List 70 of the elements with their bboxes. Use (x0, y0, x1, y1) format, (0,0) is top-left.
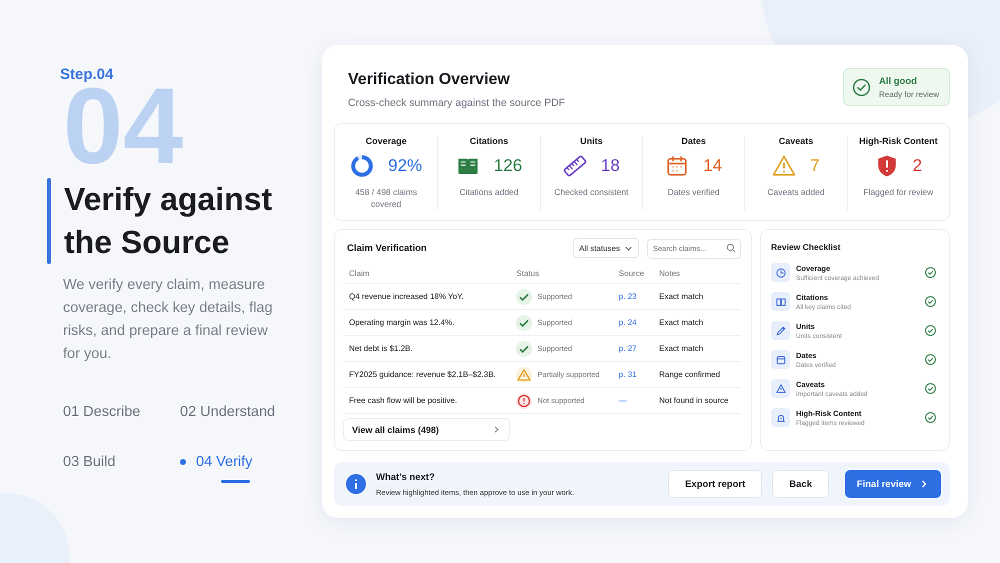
view-all-button[interactable]: View all claims (498) (343, 418, 510, 441)
column-header: Notes (653, 264, 741, 284)
metric-value: 126 (494, 156, 522, 176)
source-link[interactable]: — (618, 396, 627, 405)
notes-cell: Exact match (653, 336, 741, 362)
metric-value: 18 (600, 156, 620, 176)
metric-caption: Flagged for review (862, 186, 934, 198)
page-title: Verify against the Source (64, 180, 274, 262)
info-icon (346, 474, 366, 494)
source-link[interactable]: p. 23 (618, 292, 637, 301)
metric-title: Coverage (366, 136, 407, 146)
metric-title: Caveats (778, 136, 814, 146)
secondary-button[interactable]: Back (772, 470, 829, 498)
checklist-title: Review Checklist (771, 242, 842, 252)
source-link[interactable]: p. 24 (618, 318, 637, 327)
metric-title: Dates (681, 136, 706, 146)
chevron-icon (492, 425, 501, 434)
metric-title: High-Risk Content (859, 136, 938, 146)
search-icon (726, 243, 736, 253)
metric-caption: 458 / 498 claims covered (354, 186, 418, 210)
check-circle-icon (852, 78, 871, 96)
secondary-button[interactable]: Export report (668, 470, 762, 498)
checklist-icon (771, 350, 790, 369)
source-link[interactable]: p. 27 (618, 344, 637, 353)
overview-title: Verification Overview (348, 71, 511, 89)
claim-cell: Operating margin was 12.4%. (343, 310, 514, 336)
metric-caption: Citations added (458, 186, 520, 198)
badge-subtitle: Ready for review (878, 90, 939, 98)
active-underline (221, 480, 250, 483)
badge-title: All good (878, 76, 918, 86)
notes-cell: Exact match (653, 284, 741, 310)
step-tab[interactable]: 02 Understand (180, 404, 276, 420)
claim-cell: FY2025 guidance: revenue $2.1B–$2.3B. (343, 362, 514, 388)
column-header: Status (514, 264, 613, 284)
status-filter[interactable]: All statuses (573, 238, 639, 258)
metric-value: 14 (703, 156, 722, 176)
primary-button[interactable]: Final review (845, 470, 941, 498)
metric-caption: Checked consistent (553, 186, 630, 198)
metric-value: 2 (912, 156, 922, 176)
notes-cell: Range confirmed (653, 362, 741, 388)
overview-subtitle: Cross-check summary against the source PDF (348, 97, 566, 109)
notes-cell: Not found in source (653, 388, 741, 414)
step-tab[interactable]: 01 Describe (63, 404, 140, 420)
metric-value: 7 (810, 156, 820, 176)
checklist-icon (771, 379, 790, 398)
column-header: Claim (343, 264, 514, 284)
claim-cell: Net debt is $1.2B. (343, 336, 514, 362)
step-tab[interactable]: 03 Build (63, 454, 116, 470)
description: We verify every claim, measure coverage, check key details, flag risks, and prepare a final review for you. (63, 276, 274, 364)
column-header: Source (612, 264, 654, 284)
donut-icon (350, 154, 374, 178)
metric-title: Citations (470, 136, 508, 146)
checklist-icon (771, 408, 790, 427)
step-label: Step.04 (60, 66, 114, 83)
checklist-icon (771, 292, 790, 311)
metric-caption: Caveats added (766, 186, 826, 198)
source-link[interactable]: p. 31 (618, 370, 637, 379)
metric-caption: Dates verified (666, 186, 721, 198)
notes-cell: Exact match (653, 310, 741, 336)
metric-title: Units (580, 136, 603, 146)
checklist-icon (771, 321, 790, 340)
metric-value: 92% (388, 156, 422, 176)
claim-cell: Free cash flow will be positive. (343, 388, 514, 414)
step-watermark: 04 (63, 86, 184, 166)
claim-cell: Q4 revenue increased 18% YoY. (343, 284, 514, 310)
checklist-icon (771, 263, 790, 282)
step-tab[interactable]: 04 Verify (196, 454, 252, 470)
active-dot (180, 459, 186, 465)
next-title: What’s next? (376, 472, 436, 482)
claims-title: Claim Verification (346, 242, 428, 254)
